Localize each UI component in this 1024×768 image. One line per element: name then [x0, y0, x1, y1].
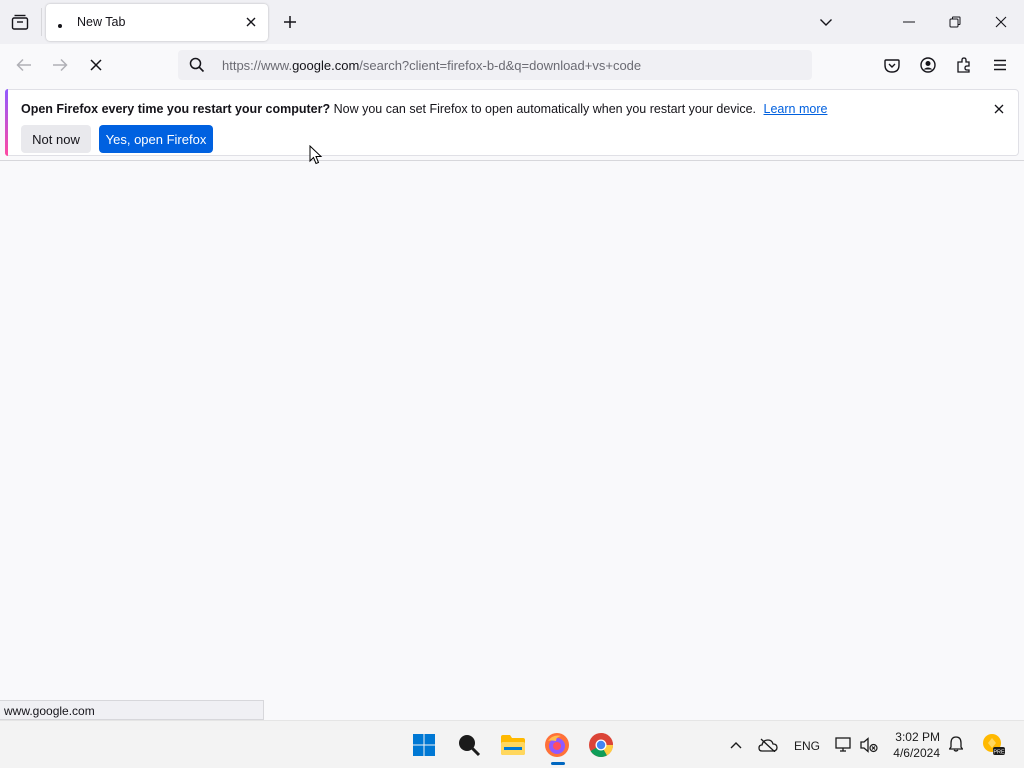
mouse-pointer-icon — [309, 144, 323, 170]
pocket-icon[interactable] — [880, 53, 904, 77]
url-bar[interactable]: https://www.google.com/search?client=fir… — [178, 50, 812, 80]
url-prefix: https://www. — [222, 58, 293, 73]
svg-text:PRE: PRE — [993, 750, 1005, 756]
yes-open-firefox-button[interactable]: Yes, open Firefox — [99, 125, 213, 153]
globe-favicon-icon — [56, 17, 64, 28]
tab-separator — [41, 8, 42, 36]
close-window-icon[interactable] — [978, 8, 1024, 36]
forward-icon[interactable] — [48, 53, 72, 77]
stop-loading-icon[interactable] — [84, 53, 108, 77]
notification-message: Open Firefox every time you restart your… — [21, 102, 827, 116]
minimize-icon[interactable] — [886, 8, 932, 36]
tab-title: New Tab — [77, 15, 126, 29]
windows-start-icon[interactable] — [406, 727, 442, 763]
url-text[interactable]: https://www.google.com/search?client=fir… — [222, 58, 641, 73]
notification-headline: Open Firefox every time you restart your… — [21, 102, 331, 116]
volume-muted-icon[interactable] — [858, 735, 880, 755]
taskbar: ENG — [0, 720, 1024, 768]
notification-accent — [5, 89, 8, 156]
back-icon[interactable] — [12, 53, 36, 77]
tab-list-icon[interactable] — [8, 11, 32, 33]
page-content[interactable] — [0, 161, 1024, 700]
tab-strip: New Tab — [0, 0, 1024, 44]
onedrive-icon[interactable] — [756, 735, 780, 755]
status-panel: www.google.com — [0, 700, 264, 720]
not-now-button[interactable]: Not now — [21, 125, 91, 153]
tray-overflow-chevron-icon[interactable] — [726, 735, 746, 755]
firefox-taskbar-icon[interactable] — [539, 727, 575, 765]
clock-time: 3:02 PM — [895, 730, 940, 744]
file-explorer-icon[interactable] — [495, 727, 531, 763]
menu-icon[interactable] — [988, 53, 1012, 77]
url-host: google.com — [292, 58, 360, 73]
restore-icon[interactable] — [932, 8, 978, 36]
language-indicator[interactable]: ENG — [794, 739, 820, 753]
dismiss-icon[interactable] — [992, 102, 1006, 116]
account-icon[interactable] — [916, 53, 940, 77]
url-path: /search?client=firefox-b-d&q=download+vs… — [359, 58, 642, 73]
extensions-icon[interactable] — [952, 53, 976, 77]
tab-new-tab[interactable]: New Tab — [46, 4, 268, 41]
new-tab-icon[interactable] — [278, 10, 302, 34]
chrome-taskbar-icon[interactable] — [583, 727, 619, 763]
clock-date: 4/6/2024 — [893, 746, 940, 760]
notification-bar: Open Firefox every time you restart your… — [5, 89, 1019, 156]
search-icon — [188, 56, 206, 74]
notification-body: Now you can set Firefox to open automati… — [330, 102, 757, 116]
system-clock[interactable]: 3:02 PM 4/6/2024 — [880, 729, 940, 761]
navigation-toolbar: https://www.google.com/search?client=fir… — [0, 44, 1024, 86]
taskbar-search-icon[interactable] — [451, 727, 487, 763]
learn-more-link[interactable]: Learn more — [764, 102, 828, 116]
tab-overflow-chevron-icon[interactable] — [814, 10, 838, 34]
network-icon[interactable] — [834, 735, 854, 755]
close-tab-icon[interactable] — [242, 13, 260, 31]
notification-bell-icon[interactable] — [946, 734, 966, 754]
copilot-preview-icon[interactable]: PRE — [980, 731, 1006, 757]
